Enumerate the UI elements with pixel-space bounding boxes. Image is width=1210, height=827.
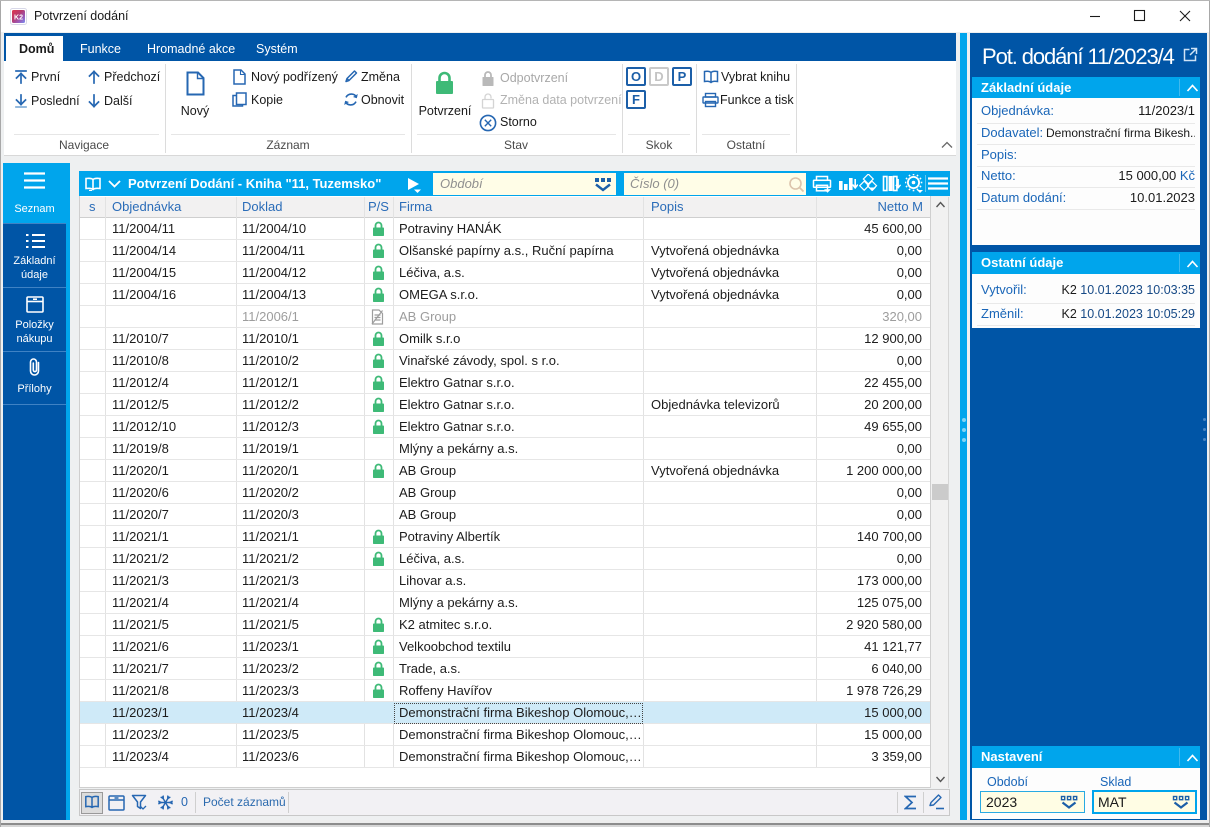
svg-text:K2: K2 — [14, 15, 23, 22]
